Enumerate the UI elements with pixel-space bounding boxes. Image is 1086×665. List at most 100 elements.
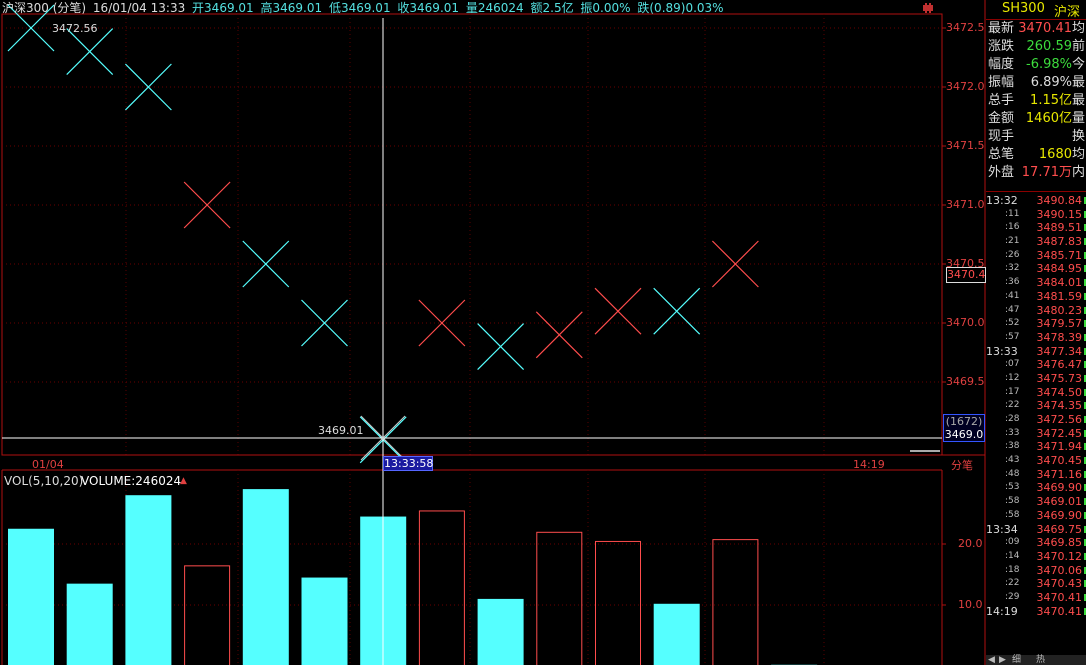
tick-price: 3478.39 (1036, 330, 1083, 344)
tick-list-item[interactable]: :22 3474.35 (986, 399, 1086, 413)
x-end-label: 14:19 (853, 458, 885, 471)
quote-side-label: 今 (1072, 57, 1086, 72)
quote-side-label: 均 (1072, 21, 1086, 36)
tick-list-item[interactable]: :52 3479.57 (986, 317, 1086, 331)
tick-list-item[interactable]: :28 3472.56 (986, 413, 1086, 427)
tick-list-item[interactable]: :22 3470.43 (986, 577, 1086, 591)
quote-side-label: 最 (1072, 75, 1086, 90)
tab-detail[interactable]: 细 (1012, 655, 1021, 665)
tick-list-item[interactable]: 13:33 3477.34 (986, 345, 1086, 359)
tick-price: 3480.23 (1036, 303, 1083, 317)
tick-price: 3477.34 (1036, 344, 1083, 358)
tick-price: 3471.94 (1036, 440, 1083, 454)
quote-stats: 最新 3470.41 均涨跌 260.59 前幅度 -6.98% 今振幅 6.89% 最总手 1.… (986, 20, 1086, 182)
tick-price: 3475.73 (1036, 371, 1083, 385)
crosshair-count: (1672) (945, 415, 983, 428)
volume-bar (301, 577, 348, 665)
tick-list-item[interactable]: :21 3487.83 (986, 235, 1086, 249)
tick-list-item[interactable]: :26 3485.71 (986, 249, 1086, 263)
tick-price: 3470.12 (1036, 549, 1083, 563)
tick-list-item[interactable]: 14:19 3470.41 (986, 605, 1086, 619)
tick-price: 3471.16 (1036, 467, 1083, 481)
tick-price: 3479.57 (1036, 317, 1083, 331)
quote-label: 幅度 (988, 57, 1015, 72)
tick-list-item[interactable]: :29 3470.41 (986, 591, 1086, 605)
tick-price: 3470.43 (1036, 577, 1083, 591)
tick-price: 3472.45 (1036, 426, 1083, 440)
tick-price: 3470.41 (1036, 604, 1083, 618)
quote-row: 振幅 6.89% 最 (986, 74, 1086, 92)
volume-bar (653, 603, 700, 665)
bottom-tabs: ◀ ▶ 细 热 (986, 655, 1086, 665)
tick-list-item[interactable]: :58 3469.90 (986, 509, 1086, 523)
tick-list-item[interactable]: :53 3469.90 (986, 481, 1086, 495)
tick-list-item[interactable]: :57 3478.39 (986, 331, 1086, 345)
quote-row: 外盘 17.71万内 (986, 164, 1086, 182)
tick-price: 3489.51 (1036, 221, 1083, 235)
tick-list-item[interactable]: :38 3471.94 (986, 440, 1086, 454)
quote-value: 3470.41 (1018, 21, 1072, 36)
tab-hot[interactable]: 热 (1036, 655, 1045, 665)
panel-divider (986, 191, 1086, 192)
tick-list-item[interactable]: :43 3470.45 (986, 454, 1086, 468)
mode-tab[interactable]: 分笔 (951, 457, 973, 473)
tick-list[interactable]: 13:32 3490.84:11 3490.15:16 3489.51:21 3487.… (986, 194, 1086, 618)
amplitude-value: 振0.00% (580, 1, 631, 15)
tick-list-item[interactable]: :58 3469.01 (986, 495, 1086, 509)
tick-list-item[interactable]: 13:32 3490.84 (986, 194, 1086, 208)
tick-list-item[interactable]: :33 3472.45 (986, 427, 1086, 441)
crosshair-time-box: 13:33:58 (383, 456, 434, 471)
volume-bar (8, 528, 54, 665)
tick-price: 3487.83 (1036, 235, 1083, 249)
volume-indicator-value: VOLUME:246024 (81, 474, 182, 488)
symbol-code: SH300 (1002, 1, 1045, 16)
quote-side-label: 最 (1072, 93, 1086, 108)
prev-arrow-icon[interactable]: ◀ (988, 655, 995, 665)
high-value: 高3469.01 (260, 1, 323, 15)
tick-price: 3484.95 (1036, 262, 1083, 276)
tick-list-item[interactable]: :11 3490.15 (986, 208, 1086, 222)
volume-indicator-title: VOL(5,10,20) (4, 474, 84, 488)
quote-header: 沪深300 (分笔) 16/01/04 13:33 开3469.01 高3469… (2, 0, 727, 16)
volume-bar (125, 495, 172, 665)
quote-value: 6.89% (1030, 75, 1072, 90)
tick-price: 3485.71 (1036, 248, 1083, 262)
quote-side-label: 前 (1072, 39, 1086, 54)
tick-time: 13:34 (986, 522, 1018, 536)
tick-list-item[interactable]: :32 3484.95 (986, 262, 1086, 276)
tick-price: 3484.01 (1036, 276, 1083, 290)
next-arrow-icon[interactable]: ▶ (999, 655, 1006, 665)
volume-arrow-icon: ▲ (180, 476, 187, 486)
settings-icon[interactable] (922, 2, 936, 13)
quote-row: 总手 1.15亿最 (986, 92, 1086, 110)
tick-list-item[interactable]: :09 3469.85 (986, 536, 1086, 550)
quote-row: 最新 3470.41 均 (986, 20, 1086, 38)
chart-title: 沪深300 (分笔) (2, 1, 87, 15)
tick-price: 3472.56 (1036, 413, 1083, 426)
tick-list-item[interactable]: :36 3484.01 (986, 276, 1086, 290)
tick-price: 3469.01 (1036, 495, 1083, 509)
tick-chart[interactable] (0, 0, 986, 665)
quote-label: 涨跌 (988, 39, 1015, 54)
tick-list-item[interactable]: :17 3474.50 (986, 386, 1086, 400)
tick-list-item[interactable]: :48 3471.16 (986, 468, 1086, 482)
tick-list-item[interactable]: :16 3489.51 (986, 221, 1086, 235)
chart-datetime: 16/01/04 13:33 (92, 1, 186, 15)
tick-list-item[interactable]: :41 3481.59 (986, 290, 1086, 304)
tick-list-item[interactable]: 13:34 3469.75 (986, 523, 1086, 537)
max-price-label: 3472.56 (52, 22, 98, 35)
crosshair-price: 3469.0 (944, 428, 984, 441)
crosshair-price-box: (1672) 3469.0 (943, 414, 985, 442)
quote-value: 1460亿 (1025, 111, 1072, 126)
tick-list-item[interactable]: :12 3475.73 (986, 372, 1086, 386)
quote-row: 现手 换 (986, 128, 1086, 146)
tick-list-item[interactable]: :14 3470.12 (986, 550, 1086, 564)
quote-label: 最新 (988, 21, 1015, 36)
tick-list-item[interactable]: :07 3476.47 (986, 358, 1086, 372)
tick-list-item[interactable]: :18 3470.06 (986, 564, 1086, 578)
quote-side-label: 量 (1072, 111, 1086, 126)
volume-bar (477, 598, 524, 665)
change-value: 跌(0.89)0.03% (637, 1, 724, 15)
quote-value: -6.98% (1026, 57, 1072, 72)
tick-list-item[interactable]: :47 3480.23 (986, 304, 1086, 318)
